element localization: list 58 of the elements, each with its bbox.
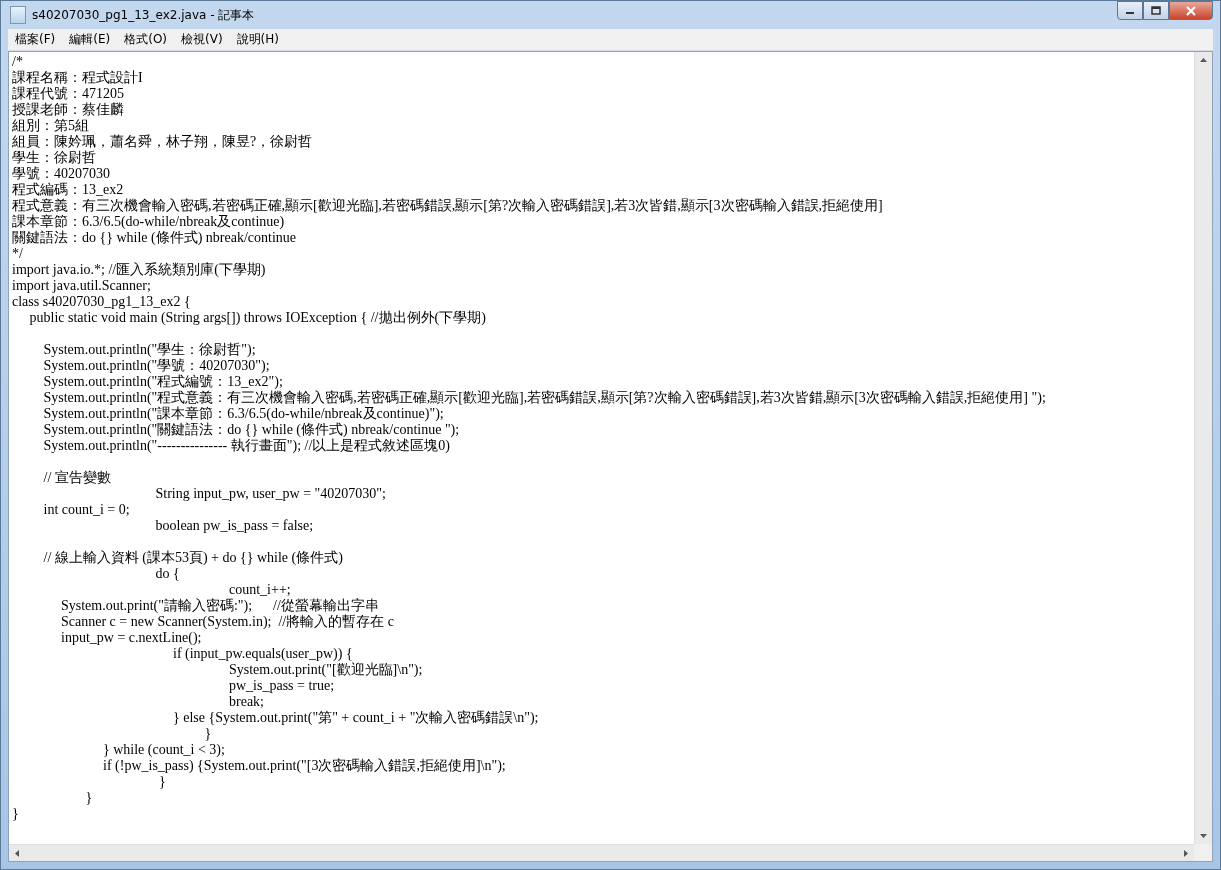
- code-line: System.out.println("課本章節：6.3/6.5(do-while/nbreak及continue)");: [43, 406, 444, 421]
- code-line: System.out.println("關鍵語法：do {} while (條件式) nbreak/continue ");: [43, 422, 460, 437]
- code-line: 組別：第5組: [12, 118, 89, 133]
- minimize-button[interactable]: [1117, 1, 1143, 20]
- code-line: int count_i = 0;: [43, 502, 130, 517]
- window-title: s40207030_pg1_13_ex2.java - 記事本: [32, 6, 256, 24]
- code-line: 課程代號：471205: [12, 86, 124, 101]
- code-line: break;: [229, 694, 264, 709]
- code-line: }: [12, 806, 19, 821]
- code-line: 程式意義：有三次機會輸入密碼,若密碼正確,顯示[歡迎光臨],若密碼錯誤,顯示[第?次輸入密碼錯誤],若3次皆錯,顯示[3次密碼輸入錯誤,拒絕使用]: [12, 198, 883, 213]
- close-button[interactable]: [1169, 1, 1213, 20]
- code-line: */: [12, 246, 23, 261]
- maximize-icon: [1151, 6, 1161, 15]
- menu-item[interactable]: 編輯(E): [62, 31, 118, 48]
- code-line: System.out.println("學生：徐尉哲");: [43, 342, 256, 357]
- code-line: if (!pw_is_pass) {System.out.print("[3次密碼輸入錯誤,拒絕使用]\n");: [103, 758, 506, 773]
- code-line: import java.io.*; //匯入系統類別庫(下學期): [12, 262, 266, 277]
- code-line: System.out.println("程式意義：有三次機會輸入密碼,若密碼正確,顯示[歡迎光臨],若密碼錯誤,顯示[第?次輸入密碼錯誤],若3次皆錯,顯示[3次密碼輸入錯誤,拒絕使用] ");: [43, 390, 1046, 405]
- code-line: 程式編碼：13_ex2: [12, 182, 124, 197]
- code-line: } else {System.out.print("第" + count_i + "次輸入密碼錯誤\n");: [173, 710, 539, 725]
- code-line: }: [204, 726, 212, 741]
- close-icon: [1185, 5, 1197, 16]
- code-line: System.out.print("[歡迎光臨]\n");: [229, 662, 423, 677]
- code-line: 組員：陳妗珮，蕭名舜，林子翔，陳昱?，徐尉哲: [12, 134, 313, 149]
- code-line: 學號：40207030: [12, 166, 110, 181]
- code-line: pw_is_pass = true;: [229, 678, 335, 693]
- menu-item[interactable]: 檔案(F): [8, 31, 63, 48]
- menu-item[interactable]: 檢視(V): [174, 31, 230, 48]
- code-line: do {: [155, 566, 180, 581]
- code-line: if (input_pw.equals(user_pw)) {: [173, 646, 353, 661]
- code-line: class s40207030_pg1_13_ex2 {: [12, 294, 191, 309]
- menu-item[interactable]: 格式(O): [117, 31, 175, 48]
- code-line: import java.util.Scanner;: [12, 278, 151, 293]
- code-line: System.out.println("學號：40207030");: [43, 358, 270, 373]
- code-line: 授課老師：蔡佳麟: [12, 102, 124, 117]
- code-line: count_i++;: [229, 582, 291, 597]
- code-line: public static void main (String args[]) throws IOException { //拋出例外(下學期): [29, 310, 486, 325]
- code-line: Scanner c = new Scanner(System.in); //將輸入的暫存在 c: [61, 614, 394, 629]
- code-line: // 線上輸入資料 (課本53頁) + do {} while (條件式): [43, 550, 343, 565]
- code-line: System.out.println("程式編號：13_ex2");: [43, 374, 283, 389]
- code-line: System.out.print("請輸入密碼:"); //從螢幕輸出字串: [61, 598, 379, 613]
- code-line: input_pw = c.nextLine();: [61, 630, 202, 645]
- notepad-icon: [10, 6, 26, 24]
- code-line: 學生：徐尉哲: [12, 150, 96, 165]
- code-line: } while (count_i < 3);: [103, 742, 225, 757]
- code-line: // 宣告變數: [43, 470, 111, 485]
- code-line: }: [85, 790, 93, 805]
- code-line: 關鍵語法：do {} while (條件式) nbreak/continue: [12, 230, 297, 245]
- code-line: /*: [12, 54, 23, 69]
- code-line: System.out.println("--------------- 執行畫面"); //以上是程式敘述區塊0): [43, 438, 450, 453]
- code-line: }: [159, 774, 166, 789]
- code-line: 課程名稱：程式設計I: [12, 70, 143, 85]
- code-line: String input_pw, user_pw = "40207030";: [155, 486, 386, 501]
- code-line: 課本章節：6.3/6.5(do-while/nbreak及continue): [12, 214, 285, 229]
- menu-item[interactable]: 說明(H): [229, 31, 286, 48]
- code-line: boolean pw_is_pass = false;: [155, 518, 314, 533]
- maximize-button[interactable]: [1143, 1, 1169, 20]
- scrollbar-corner: [1194, 844, 1212, 861]
